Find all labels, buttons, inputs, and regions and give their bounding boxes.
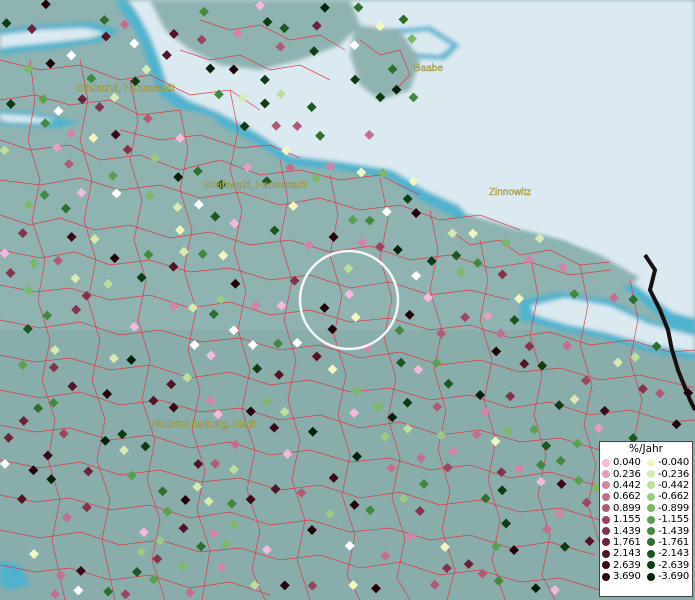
city-label-neubrandenburg: Neubrandenburg, Stadt — [152, 419, 256, 430]
legend-value: -1.155 — [658, 514, 690, 526]
city-label-stralsund: Stralsund, Hansestadt — [76, 83, 175, 94]
legend-swatch — [602, 481, 610, 490]
legend-swatch — [602, 458, 610, 467]
legend-item: -1.439 — [647, 525, 690, 537]
legend-item: 1.155 — [602, 514, 645, 525]
legend-item: -0.442 — [647, 480, 690, 491]
legend-swatch — [647, 527, 655, 536]
legend-item: 2.639 — [602, 560, 645, 571]
legend-item: 1.761 — [602, 537, 645, 548]
city-label-zinnowitz: Zinnowitz — [489, 187, 531, 198]
legend-value: -3.690 — [658, 571, 690, 583]
legend-item: 0.662 — [602, 491, 645, 502]
legend-swatch — [602, 504, 610, 513]
legend-item: 1.439 — [602, 525, 645, 537]
legend-swatch — [602, 572, 610, 581]
legend-item: -0.899 — [647, 503, 690, 514]
legend-value: -1.439 — [658, 525, 690, 537]
legend-value: 1.439 — [613, 525, 641, 537]
legend-item: 0.899 — [602, 503, 645, 514]
land-shade — [0, 330, 695, 600]
legend-item: -3.690 — [647, 571, 690, 582]
legend-value: -0.899 — [658, 502, 690, 514]
legend-value: 0.442 — [613, 479, 641, 491]
legend-title: %/Jahr — [628, 443, 664, 455]
legend-value: 1.155 — [613, 514, 641, 526]
legend-swatch — [647, 549, 655, 558]
legend-swatch — [602, 527, 610, 536]
legend-value: -0.236 — [658, 468, 690, 480]
legend-value: 1.761 — [613, 536, 641, 548]
legend-swatch — [647, 458, 655, 467]
city-label-greifswald: Greifswald, Hansestadt — [203, 180, 307, 191]
legend-value: 3.690 — [613, 571, 641, 583]
legend-positive-column: 0.040 0.236 0.442 0.662 0.899 1.155 1.43… — [602, 457, 645, 582]
legend-item: -2.639 — [647, 560, 690, 571]
legend-swatch — [647, 492, 655, 501]
legend-item: 3.690 — [602, 571, 645, 582]
legend-swatch — [647, 515, 655, 524]
legend-swatch — [647, 504, 655, 513]
legend-swatch — [602, 561, 610, 570]
legend-value: -0.442 — [658, 479, 690, 491]
legend-swatch — [602, 515, 610, 524]
legend-item: 0.040 — [602, 457, 645, 468]
legend-swatch — [602, 538, 610, 547]
city-label-baabe: Baabe — [414, 63, 443, 74]
legend-negative-column: -0.040 -0.236 -0.442 -0.662 -0.899 -1.15… — [647, 457, 690, 582]
legend-item: -1.155 — [647, 514, 690, 525]
legend-value: -0.040 — [658, 457, 690, 469]
legend-swatch — [602, 549, 610, 558]
legend-value: 2.639 — [613, 559, 641, 571]
legend-grid: 0.040 0.236 0.442 0.662 0.899 1.155 1.43… — [600, 457, 692, 582]
legend-swatch — [647, 572, 655, 581]
legend: %/Jahr 0.040 0.236 0.442 0.662 0.899 1.1… — [599, 441, 693, 597]
legend-item: 0.236 — [602, 468, 645, 480]
legend-item: 0.442 — [602, 480, 645, 491]
legend-item: -0.662 — [647, 491, 690, 502]
legend-value: -1.761 — [658, 536, 690, 548]
legend-swatch — [602, 492, 610, 501]
legend-swatch — [647, 538, 655, 547]
legend-swatch — [602, 470, 610, 479]
legend-swatch — [647, 561, 655, 570]
legend-value: -2.143 — [658, 548, 690, 560]
legend-item: 2.143 — [602, 548, 645, 559]
legend-item: -1.761 — [647, 537, 690, 548]
legend-item: -2.143 — [647, 548, 690, 559]
legend-value: -2.639 — [658, 559, 690, 571]
legend-item: -0.236 — [647, 468, 690, 480]
legend-swatch — [647, 470, 655, 479]
legend-value: 2.143 — [613, 548, 641, 560]
legend-value: 0.662 — [613, 491, 641, 503]
legend-value: 0.236 — [613, 468, 641, 480]
legend-item: -0.040 — [647, 457, 690, 468]
legend-value: -0.662 — [658, 491, 690, 503]
legend-swatch — [647, 481, 655, 490]
map-canvas[interactable]: Stralsund, Hansestadt Baabe Greifswald, … — [0, 0, 695, 600]
legend-value: 0.899 — [613, 502, 641, 514]
legend-value: 0.040 — [613, 457, 641, 469]
